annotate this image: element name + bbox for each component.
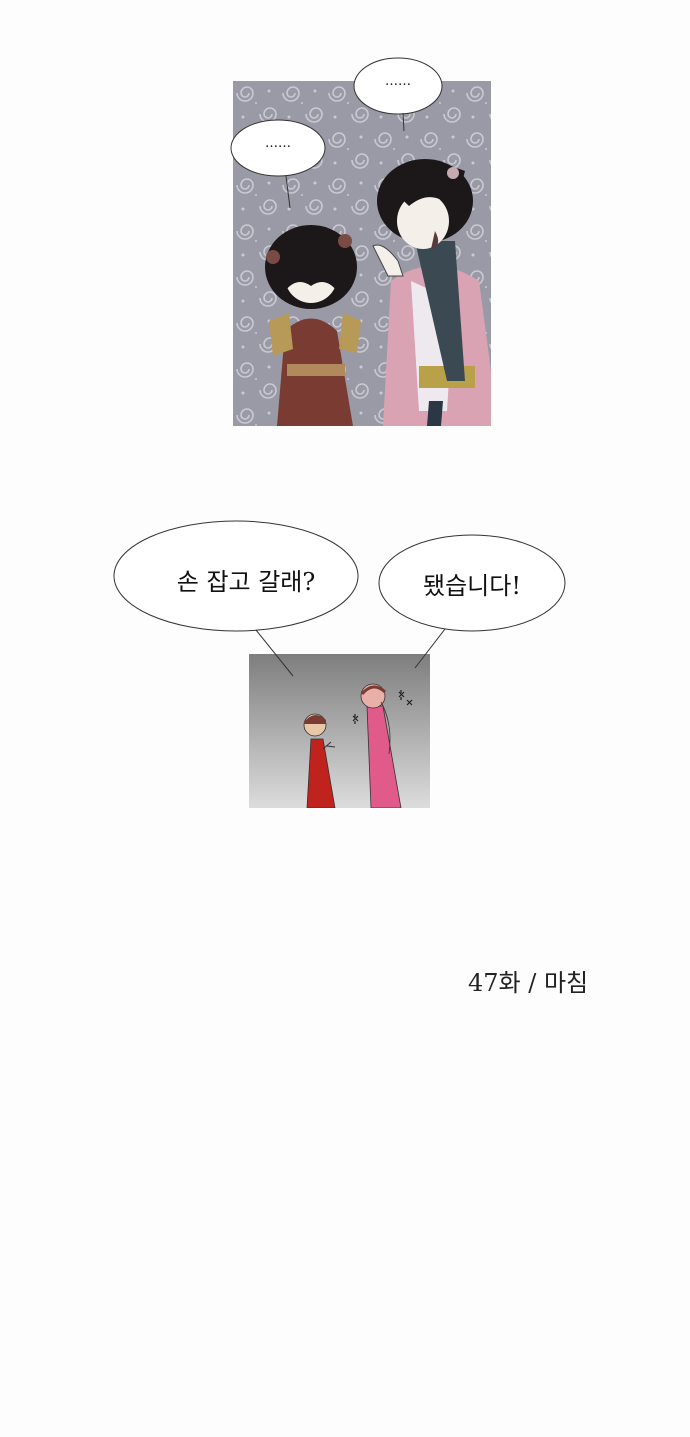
speech-bubble-left-text: …… — [265, 136, 291, 151]
episode-end-note: 47화 / 마침 — [468, 969, 589, 997]
figure-pink — [360, 683, 402, 808]
speech-bubble-refusal-text: 됐습니다! — [423, 572, 521, 600]
figure-red — [303, 713, 336, 808]
speech-bubble-hold-hands-text: 손 잡고 갈래? — [176, 568, 316, 596]
speech-bubble-right-text: …… — [385, 74, 411, 89]
